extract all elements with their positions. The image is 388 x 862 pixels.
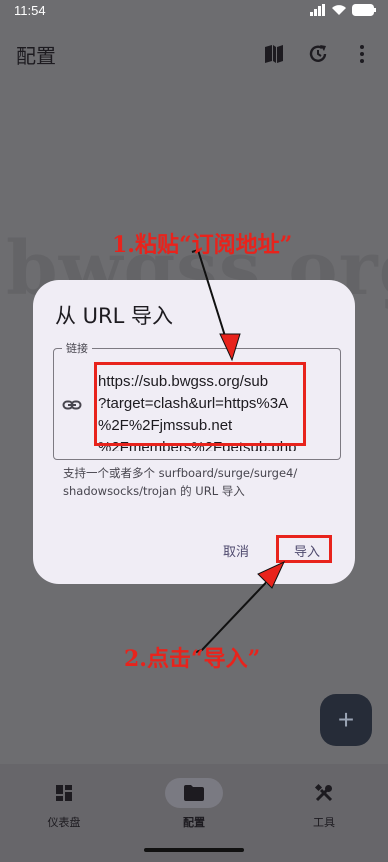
annotation-import-box (276, 535, 332, 563)
bottom-navigation: 仪表盘 配置 工具 (0, 764, 388, 862)
status-time: 11:54 (14, 3, 46, 18)
helper-line: shadowsocks/trojan 的 URL 导入 (63, 484, 245, 498)
page-title: 配置 (16, 44, 56, 68)
folder-icon (165, 778, 223, 808)
nav-label-tools: 工具 (313, 816, 335, 829)
add-fab[interactable]: + (320, 694, 372, 746)
nav-item-dashboard[interactable]: 仪表盘 (16, 778, 112, 830)
nav-item-tools[interactable]: 工具 (276, 778, 372, 830)
helper-line: 支持一个或者多个 surfboard/surge/surge4/ (63, 466, 298, 480)
nav-item-profiles[interactable]: 配置 (146, 778, 242, 830)
status-bar: 11:54 (0, 0, 388, 24)
tools-icon (295, 778, 353, 808)
dialog-title: 从 URL 导入 (55, 304, 174, 328)
link-icon (62, 397, 82, 413)
signal-icon (310, 4, 325, 16)
map-book-icon[interactable] (262, 42, 286, 66)
helper-text: 支持一个或者多个 surfboard/surge/surge4/ shadows… (63, 464, 343, 500)
app-bar: 配置 (0, 30, 388, 78)
app-bar-actions (262, 42, 374, 66)
battery-icon (352, 4, 376, 16)
refresh-icon[interactable] (306, 42, 330, 66)
wifi-icon (332, 5, 346, 15)
field-label: 链接 (62, 340, 92, 356)
annotation-step1: 1.粘贴“订阅地址” (112, 232, 293, 258)
cancel-button[interactable]: 取消 (210, 536, 262, 564)
more-vert-icon[interactable] (350, 42, 374, 66)
annotation-step2: 2.点击“导入” (124, 646, 261, 672)
nav-label-profiles: 配置 (183, 816, 205, 829)
dashboard-icon (35, 778, 93, 808)
home-indicator[interactable] (144, 848, 244, 852)
annotation-url-box (94, 362, 306, 446)
arrow-to-import (195, 571, 277, 653)
nav-label-dashboard: 仪表盘 (47, 816, 81, 829)
status-icons (310, 4, 376, 16)
